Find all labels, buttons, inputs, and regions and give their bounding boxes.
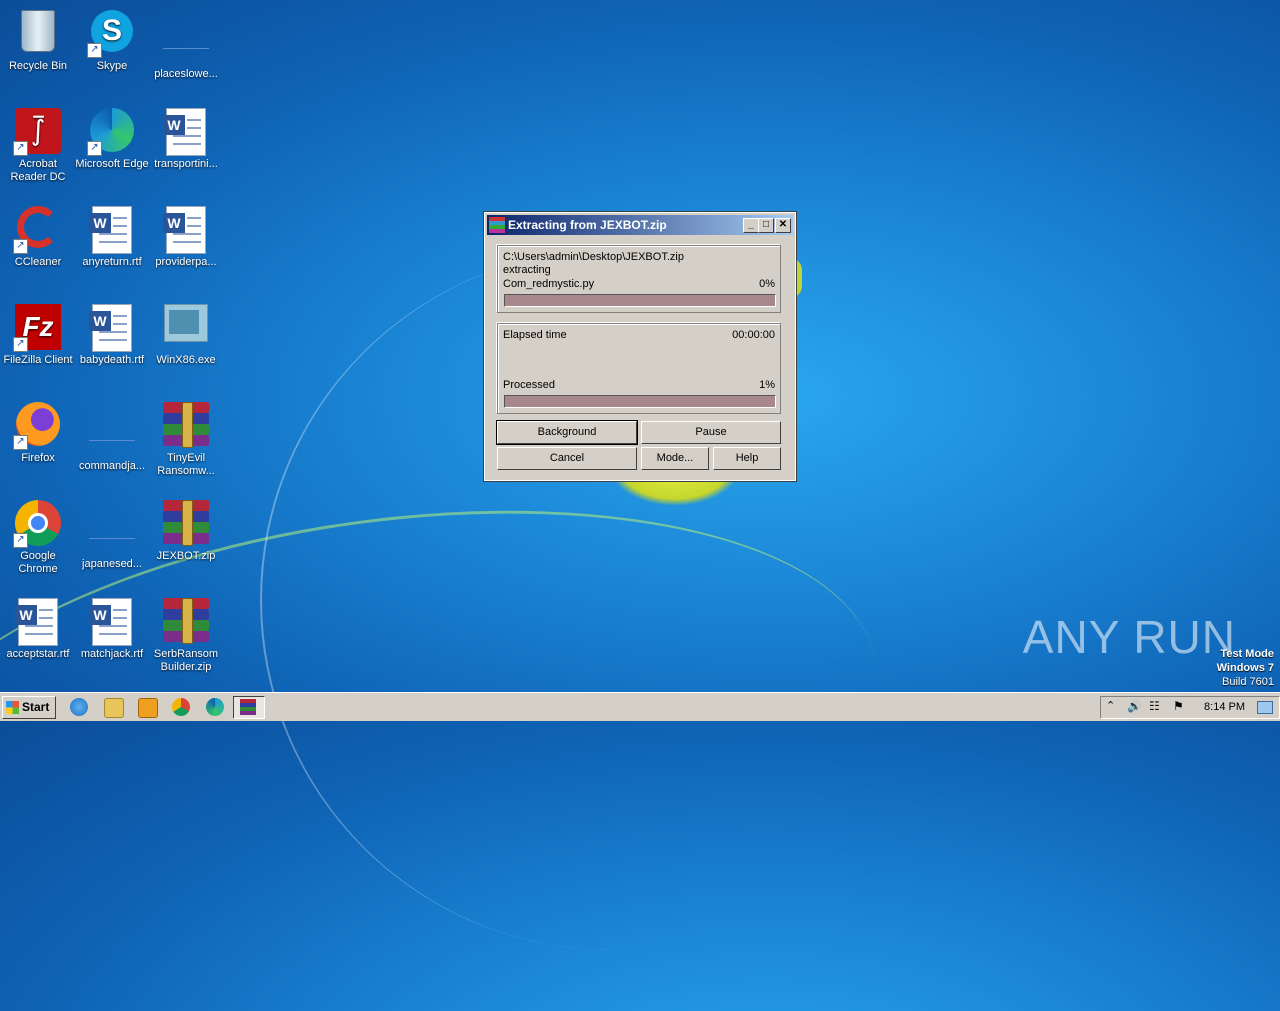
cancel-button[interactable]: Cancel bbox=[497, 447, 637, 470]
extract-dialog: Extracting from JEXBOT.zip _ □ ✕ C:\User… bbox=[483, 211, 797, 482]
system-tray: ⌃ 🔊 ☷ ⚑ 8:14 PM bbox=[1100, 696, 1280, 719]
winrar-taskbar-button[interactable] bbox=[233, 696, 265, 719]
desktop-icon-recycle-bin[interactable]: Recycle Bin bbox=[0, 4, 76, 73]
desktop-icon-edge[interactable]: ↗ Microsoft Edge bbox=[74, 102, 150, 171]
taskbar: Start ⌃ 🔊 ☷ ⚑ 8:14 PM bbox=[0, 692, 1280, 721]
archive-path: C:\Users\admin\Desktop\JEXBOT.zip bbox=[503, 251, 684, 263]
file-explorer-icon[interactable] bbox=[104, 698, 124, 718]
chrome-taskbar-icon[interactable] bbox=[172, 698, 190, 716]
dialog-title: Extracting from JEXBOT.zip bbox=[508, 218, 667, 232]
file-progress-panel: C:\Users\admin\Desktop\JEXBOT.zip extrac… bbox=[497, 245, 781, 313]
media-player-icon[interactable] bbox=[138, 698, 158, 718]
pause-button[interactable]: Pause bbox=[641, 421, 781, 444]
desktop-icon-firefox[interactable]: ↗ Firefox bbox=[0, 396, 76, 465]
winrar-archive-icon bbox=[163, 402, 209, 448]
processed-label: Processed bbox=[503, 379, 555, 391]
network-icon[interactable]: ☷ bbox=[1149, 699, 1160, 713]
help-button[interactable]: Help bbox=[713, 447, 781, 470]
word-document-icon: W bbox=[89, 304, 135, 352]
build-label: Build 7601 bbox=[1222, 676, 1274, 688]
volume-icon[interactable]: 🔊 bbox=[1127, 699, 1142, 713]
word-document-icon: W bbox=[163, 108, 209, 156]
totals-panel: Elapsed time 00:00:00 Processed 1% bbox=[497, 323, 781, 414]
internet-explorer-icon[interactable] bbox=[70, 698, 88, 716]
clock[interactable]: 8:14 PM bbox=[1204, 701, 1245, 713]
desktop-icon-transportini[interactable]: W transportini... bbox=[148, 102, 224, 171]
desktop-icon-babydeath[interactable]: W babydeath.rtf bbox=[74, 298, 150, 367]
start-button[interactable]: Start bbox=[2, 696, 56, 719]
minimize-button[interactable]: _ bbox=[743, 218, 759, 233]
desktop-icon-matchjack[interactable]: W matchjack.rtf bbox=[74, 592, 150, 661]
edge-icon: ↗ bbox=[87, 108, 135, 156]
test-mode-label: Test Mode bbox=[1220, 648, 1274, 660]
firefox-icon: ↗ bbox=[13, 402, 61, 450]
anyrun-watermark: ANY RUN bbox=[1022, 611, 1236, 663]
action-center-flag-icon[interactable]: ⚑ bbox=[1173, 699, 1184, 713]
edge-taskbar-icon[interactable] bbox=[206, 698, 224, 716]
maximize-button[interactable]: □ bbox=[758, 218, 774, 233]
winrar-icon bbox=[240, 699, 256, 715]
desktop-icon-chrome[interactable]: ↗ Google Chrome bbox=[0, 494, 76, 576]
word-document-icon: W bbox=[15, 598, 61, 646]
filezilla-icon: Fz ↗ bbox=[13, 304, 61, 352]
elapsed-value: 00:00:00 bbox=[732, 329, 775, 341]
action-label: extracting bbox=[503, 264, 551, 276]
blank-file-icon bbox=[89, 508, 135, 554]
winrar-archive-icon bbox=[163, 500, 209, 546]
acrobat-icon: ⨛ ↗ bbox=[13, 108, 61, 156]
desktop-icon-filezilla[interactable]: Fz ↗ FileZilla Client bbox=[0, 298, 76, 367]
blank-file-icon bbox=[163, 18, 209, 64]
dialog-titlebar[interactable]: Extracting from JEXBOT.zip _ □ ✕ bbox=[487, 215, 793, 235]
ccleaner-icon: ↗ bbox=[13, 206, 61, 254]
os-label: Windows 7 bbox=[1216, 662, 1274, 674]
windows-flag-icon bbox=[6, 701, 19, 714]
skype-icon: S ↗ bbox=[87, 10, 135, 58]
desktop-icon-providerpa[interactable]: W providerpa... bbox=[148, 200, 224, 269]
desktop-icon-tinyevil[interactable]: TinyEvil Ransomw... bbox=[148, 396, 224, 478]
current-file: Com_redmystic.py bbox=[503, 278, 595, 290]
processed-percent: 1% bbox=[759, 379, 775, 391]
word-document-icon: W bbox=[163, 206, 209, 254]
close-button[interactable]: ✕ bbox=[775, 218, 791, 233]
desktop-icon-acrobat[interactable]: ⨛ ↗ Acrobat Reader DC bbox=[0, 102, 76, 184]
desktop-icon-ccleaner[interactable]: ↗ CCleaner bbox=[0, 200, 76, 269]
desktop-icon-serbransom[interactable]: SerbRansom Builder.zip bbox=[148, 592, 224, 674]
executable-icon bbox=[163, 304, 209, 350]
desktop-icon-commandja[interactable]: commandja... bbox=[74, 396, 150, 473]
word-document-icon: W bbox=[89, 598, 135, 646]
blank-file-icon bbox=[89, 410, 135, 456]
file-progress-bar bbox=[504, 294, 776, 307]
show-desktop-icon[interactable] bbox=[1257, 701, 1273, 714]
word-document-icon: W bbox=[89, 206, 135, 254]
desktop-icon-skype[interactable]: S ↗ Skype bbox=[74, 4, 150, 73]
show-hidden-icons-icon[interactable]: ⌃ bbox=[1106, 699, 1115, 712]
desktop-icon-acceptstar[interactable]: W acceptstar.rtf bbox=[0, 592, 76, 661]
file-percent: 0% bbox=[759, 278, 775, 290]
desktop-icon-winx86[interactable]: WinX86.exe bbox=[148, 298, 224, 367]
desktop-icon-placeslowe[interactable]: placeslowe... bbox=[148, 4, 224, 81]
processed-progress-bar bbox=[504, 395, 776, 408]
desktop-icon-japanesed[interactable]: japanesed... bbox=[74, 494, 150, 571]
background-button[interactable]: Background bbox=[496, 420, 638, 445]
desktop-icon-anyreturn[interactable]: W anyreturn.rtf bbox=[74, 200, 150, 269]
recycle-bin-icon bbox=[15, 10, 61, 56]
chrome-icon: ↗ bbox=[13, 500, 61, 548]
elapsed-label: Elapsed time bbox=[503, 329, 567, 341]
winrar-archive-icon bbox=[163, 598, 209, 644]
winrar-icon bbox=[489, 217, 505, 233]
test-mode-notice: Test Mode Windows 7 Build 7601 bbox=[1217, 647, 1274, 689]
desktop-icon-jexbot[interactable]: JEXBOT.zip bbox=[148, 494, 224, 563]
mode-button[interactable]: Mode... bbox=[641, 447, 709, 470]
